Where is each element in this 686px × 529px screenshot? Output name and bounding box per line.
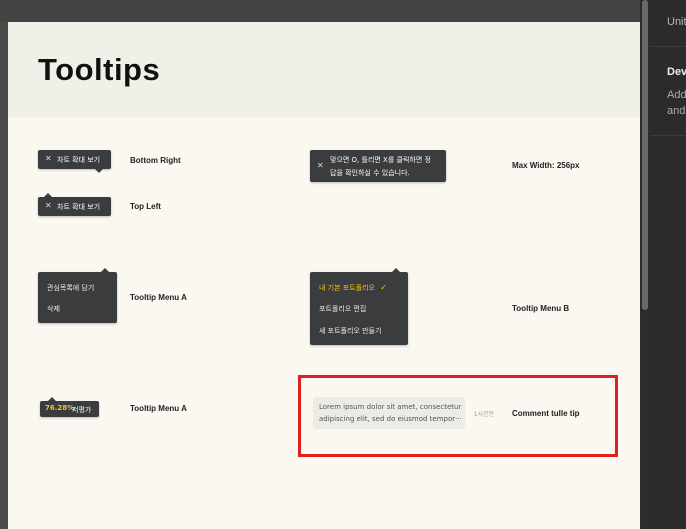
close-icon[interactable]: ✕ (45, 154, 52, 163)
tooltip-text: 차트 확대 보기 (57, 203, 101, 211)
menu-item-label: 내 기본 포트폴리오 (319, 284, 375, 292)
label-menu-a: Tooltip Menu A (130, 293, 187, 302)
scrollbar-thumb[interactable] (642, 0, 648, 310)
comment-line1: Lorem ipsum dolor sit amet, consectetur (319, 403, 462, 411)
tooltip-menu-a: 관심목록에 담기 삭제 (38, 268, 117, 323)
right-panel-description: and (667, 105, 686, 117)
label-comment: Comment tulle tip (512, 409, 580, 418)
comment-line2: adipiscing elit, sed do eiusmod tempor··… (319, 415, 462, 423)
close-icon[interactable]: ✕ (45, 201, 52, 210)
menu-item-new-portfolio[interactable]: 새 포트폴리오 만들기 (319, 326, 381, 336)
label-bottom-right: Bottom Right (130, 156, 181, 165)
label-max-width: Max Width: 256px (512, 161, 580, 170)
close-icon[interactable]: ✕ (317, 161, 324, 170)
tooltip-text: 차트 확대 보기 (57, 156, 101, 164)
label-top-left: Top Left (130, 202, 161, 211)
comment-bubble[interactable]: Lorem ipsum dolor sit amet, consectetur … (313, 397, 465, 429)
menu-item-edit-portfolio[interactable]: 포트폴리오 편집 (319, 304, 366, 314)
label-valuation: Tooltip Menu A (130, 404, 187, 413)
tooltip-menu-b: 내 기본 포트폴리오 ✓ 포트폴리오 편집 새 포트폴리오 만들기 (310, 268, 408, 345)
valuation-value: 76.28% (45, 404, 75, 412)
right-panel-unit-label: Unit (667, 16, 686, 28)
comment-time: 1시간전 (474, 412, 494, 418)
right-panel-heading: Dev (667, 66, 686, 78)
tooltip-bottom-right[interactable]: ✕ 차트 확대 보기 (38, 150, 111, 173)
divider (650, 46, 686, 47)
right-panel-description: Add (667, 89, 686, 101)
tooltip-top-left[interactable]: ✕ 차트 확대 보기 (38, 193, 111, 216)
valuation-suffix: 저평가 (72, 406, 92, 414)
page-title: Tooltips (38, 52, 161, 87)
right-panel: Unit Dev Add and (650, 0, 686, 529)
scrollbar[interactable] (640, 0, 650, 529)
tooltip-text-line2: 답을 확인하실 수 있습니다. (330, 169, 410, 177)
label-menu-b: Tooltip Menu B (512, 304, 570, 313)
tooltip-text-line1: 맞으면 O, 틀리면 X를 클릭하면 정 (330, 156, 431, 164)
top-bar (0, 0, 640, 22)
page-header: Tooltips (8, 22, 640, 117)
divider (650, 135, 686, 136)
check-icon: ✓ (380, 283, 387, 292)
menu-item-default-portfolio[interactable]: 내 기본 포트폴리오 ✓ (319, 283, 387, 293)
tooltip-max-width[interactable]: ✕ 맞으면 O, 틀리면 X를 클릭하면 정 답을 확인하실 수 있습니다. (310, 150, 446, 182)
menu-item-delete[interactable]: 삭제 (47, 304, 60, 314)
tooltip-valuation: 76.28% 저평가 (40, 397, 99, 417)
menu-item-watchlist[interactable]: 관심목록에 담기 (47, 283, 94, 293)
